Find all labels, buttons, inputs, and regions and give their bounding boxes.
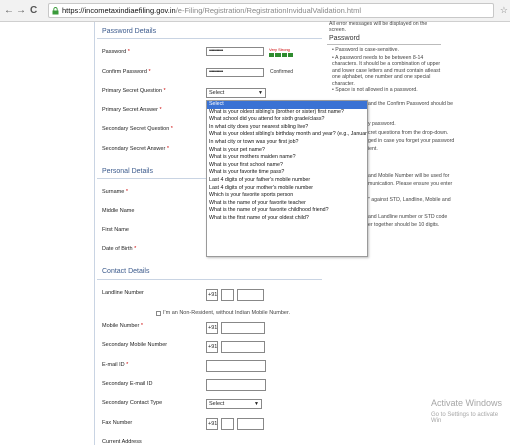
info-bullet: cret questions from the drop-down. [368,130,449,136]
forward-icon[interactable]: → [16,5,26,17]
fax-label: Fax Number [102,420,133,426]
dropdown-option[interactable]: What is your pet name? [207,147,367,155]
info-bullet: munication. Please ensure you enter [368,181,453,187]
mobile-label: Mobile Number * [102,323,143,329]
info-divider [327,44,441,45]
password-strength-label: Very Strong [269,47,290,52]
landline-std-field[interactable] [221,289,234,301]
url-host: https://incometaxindiaefiling.gov.in [62,6,176,15]
browser-toolbar: ← → C https://incometaxindiaefiling.gov.… [0,0,510,22]
info-bullet: " against STD, Landline, Mobile and [368,197,451,203]
landline-country-code: +91 [206,289,218,301]
secondary-mobile-label: Secondary Mobile Number [102,342,168,348]
lock-icon [52,6,59,14]
mobile-number-field[interactable] [221,322,265,334]
primary-question-select[interactable]: Select ▼ [206,88,266,98]
info-bullet: and Mobile Number will be used for [368,173,450,179]
surname-label: Surname * [102,189,128,195]
dropdown-option[interactable]: What is your oldest sibling's birthday m… [207,131,367,139]
dropdown-option[interactable]: Select [207,101,367,109]
info-bullet: y password. [368,121,396,127]
secondary-contact-type-select[interactable]: Select ▼ [206,399,262,409]
chevron-down-icon: ▼ [258,90,263,96]
nri-checkbox[interactable] [156,311,161,316]
email-label: E-mail ID * [102,362,129,368]
confirm-password-label: Confirm Password * [102,69,151,75]
dropdown-option[interactable]: Which is your favorite sports person [207,192,367,200]
dropdown-option[interactable]: In what city does your nearest sibling l… [207,124,367,132]
dropdown-option[interactable]: What is your favorite time pass? [207,169,367,177]
landline-number-field[interactable] [237,289,264,301]
dropdown-option[interactable]: Last 4 digits of your father's mobile nu… [207,177,367,185]
secondary-email-field[interactable] [206,379,266,391]
password-details-heading: Password Details [102,28,157,35]
email-field[interactable] [206,360,266,372]
dropdown-option[interactable]: What is your first school name? [207,162,367,170]
contact-details-heading: Contact Details [102,268,150,275]
section-divider [97,279,322,280]
info-bullet: and Landline number or STD code [368,214,448,220]
first-name-label: First Name [102,227,129,233]
dropdown-option[interactable]: What is your oldest sibling's (brother o… [207,109,367,117]
secondary-contact-type-value: Select [209,401,225,407]
back-icon[interactable]: ← [4,5,14,17]
info-bullet: ient. [368,146,378,152]
primary-question-value: Select [209,90,225,96]
mobile-country-code: +91 [206,322,218,334]
password-label: Password * [102,49,130,55]
secondary-contact-type-label: Secondary Contact Type [102,400,163,406]
fax-country-code: +91 [206,418,218,430]
dropdown-option[interactable]: In what city or town was your first job? [207,139,367,147]
personal-details-heading: Personal Details [102,168,153,175]
address-bar[interactable]: https://incometaxindiaefiling.gov.in/e-F… [48,3,494,18]
primary-question-label: Primary Secret Question * [102,88,166,94]
dropdown-option[interactable]: What is your mothers maiden name? [207,154,367,162]
section-divider [97,38,322,39]
dropdown-option[interactable]: What is the name of your favorite childh… [207,207,367,215]
dropdown-option[interactable]: What is the name of your favorite teache… [207,200,367,208]
reload-icon[interactable]: C [30,5,37,17]
fax-std-field[interactable] [221,418,234,430]
secondary-question-label: Secondary Secret Question * [102,126,173,132]
url-path: /e-Filing/Registration/RegistrationInvid… [175,6,362,15]
info-bullet: • Password is case-sensitive. [332,47,399,53]
dropdown-option[interactable]: What is the first name of your oldest ch… [207,215,367,223]
middle-name-label: Middle Name [102,208,135,214]
dropdown-option[interactable]: What school did you attend for sixth gra… [207,116,367,124]
secondary-mobile-field[interactable] [221,341,265,353]
info-bullet: er together should be 10 digits. [368,222,440,228]
primary-question-dropdown-list[interactable]: Select What is your oldest sibling's (br… [206,100,368,257]
password-strength-meter [269,53,293,57]
info-note: All error messages will be displayed on … [329,21,428,34]
chevron-down-icon: ▼ [254,401,259,407]
info-bullet: • A password needs to be between 8-14 ch… [332,55,441,87]
bookmark-star-icon[interactable]: ☆ [500,5,508,16]
activate-windows-title: Activate Windows [431,398,503,408]
info-bullet: ged in case you forget your password [368,138,455,144]
confirm-password-field[interactable]: ••••••••••• [206,68,264,77]
info-bullet: • Space is not allowed in a password. [332,87,418,93]
secondary-mobile-country-code: +91 [206,341,218,353]
fax-number-field[interactable] [237,418,264,430]
secondary-email-label: Secondary E-mail ID [102,381,153,387]
info-bullet: and the Confirm Password should be [368,101,454,107]
secondary-answer-label: Secondary Secret Answer * [102,146,169,152]
info-password-heading: Password [329,35,360,42]
current-address-label: Current Address [102,439,142,445]
password-field[interactable]: ••••••••••• [206,47,264,56]
landline-label: Landline Number [102,290,144,296]
dropdown-option[interactable]: Last 4 digits of your mother's mobile nu… [207,185,367,193]
dob-label: Date of Birth * [102,246,137,252]
confirmed-label: Confirmed [270,69,294,75]
primary-answer-label: Primary Secret Answer * [102,107,162,113]
activate-windows-subtitle: Go to Settings to activate Win [431,412,499,424]
nri-label: I'm an Non-Resident, without Indian Mobi… [163,310,291,316]
form-border [94,22,95,445]
